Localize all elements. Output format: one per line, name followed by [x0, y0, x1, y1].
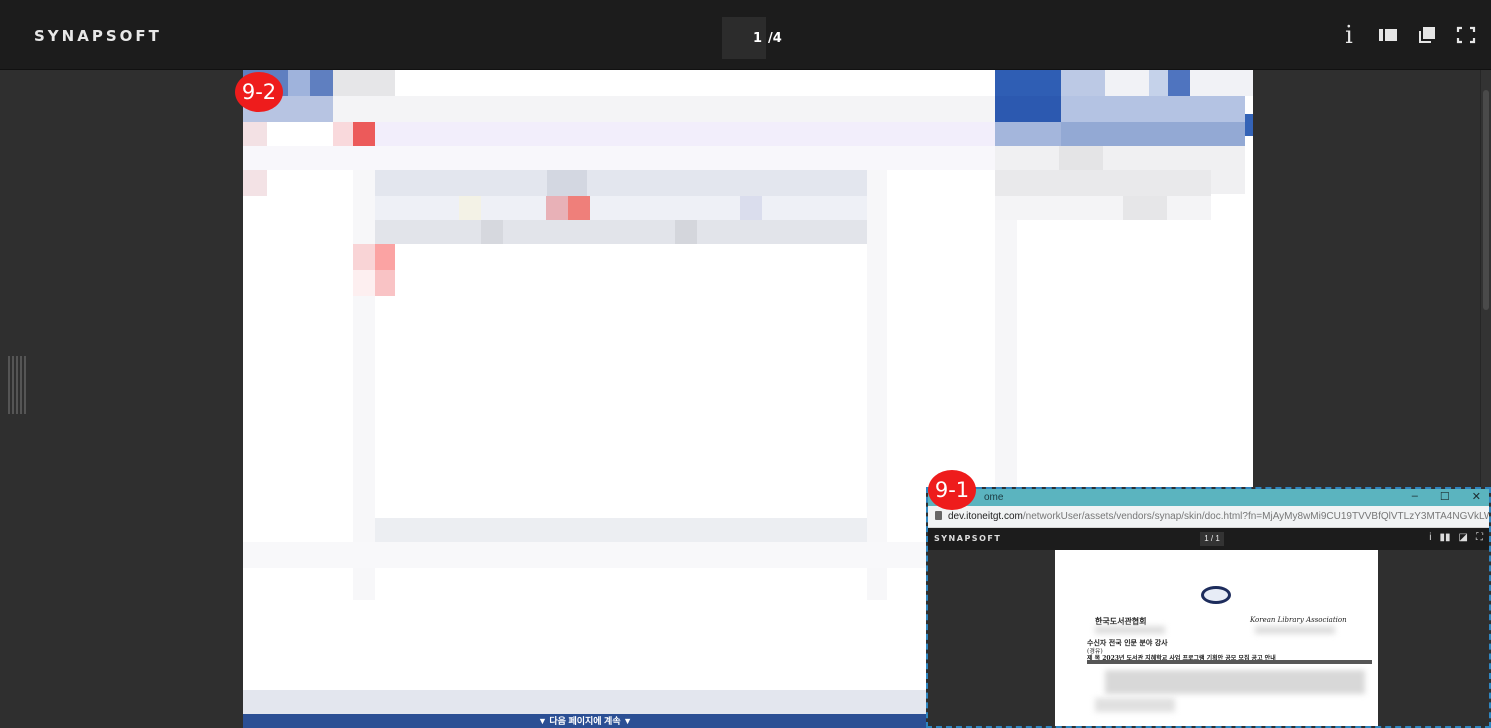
next-page-banner: ▼ 다음 페이지에 계속 ▼: [243, 714, 927, 728]
pixel-block: [375, 270, 395, 296]
pixel-block: [547, 170, 587, 196]
pixel-block: [1061, 70, 1105, 96]
inset-org-english: Korean Library Association: [1250, 616, 1347, 624]
inset-browser-screenshot: ome – ☐ ✕ dev.itoneitgt.com/networkUser/…: [926, 487, 1491, 728]
pixel-block: [243, 542, 995, 568]
pixel-block: [243, 96, 995, 122]
close-icon[interactable]: ✕: [1472, 490, 1481, 503]
blurred-body: [1105, 670, 1365, 694]
pixel-block: [288, 70, 310, 96]
inset-document-page: 한국도서관협회 Korean Library Association 수신자 전…: [1055, 550, 1378, 726]
pixel-block: [568, 196, 590, 220]
scrollbar-thumb[interactable]: [1483, 90, 1489, 310]
annotation-badge-9-1: 9-1: [928, 470, 976, 510]
pixel-block: [375, 170, 867, 196]
association-seal-icon: [1201, 586, 1231, 604]
pixel-block: [995, 70, 1061, 96]
pixel-block: [243, 122, 267, 146]
pixel-block: [375, 518, 867, 542]
copy-icon[interactable]: [1416, 24, 1438, 46]
pixel-block: [353, 170, 375, 600]
pixel-block: [375, 196, 867, 220]
inset-copy-icon: ◪: [1458, 532, 1468, 543]
page-number-input[interactable]: 1: [722, 17, 766, 59]
pixel-block: [353, 270, 375, 296]
pixel-block: [1245, 114, 1253, 136]
inset-toolbar-icons: i ▮▮ ◪ ⛶: [1429, 532, 1483, 543]
pixel-block: [1168, 70, 1190, 96]
inset-divider: [1087, 660, 1372, 664]
pixel-block: [675, 220, 697, 244]
inset-url-host: dev.itoneitgt.com: [948, 511, 1023, 522]
inset-viewer-toolbar: SYNAPSOFT 1 / 1 i ▮▮ ◪ ⛶: [928, 528, 1489, 550]
pixel-block: [375, 244, 395, 270]
pixel-block: [867, 170, 887, 600]
blurred-address: [1255, 626, 1335, 634]
inset-brand: SYNAPSOFT: [934, 534, 1002, 543]
pixel-block: [375, 220, 867, 244]
lock-icon: [935, 511, 942, 520]
inset-address-bar[interactable]: dev.itoneitgt.com/networkUser/assets/ven…: [928, 506, 1489, 528]
inset-window-titlebar: ome – ☐ ✕: [928, 489, 1489, 506]
pixel-block: [243, 170, 267, 196]
pixel-block: [333, 70, 395, 96]
toolbar-actions: i: [1338, 23, 1477, 47]
pixel-block: [267, 122, 333, 146]
viewer-toolbar: SYNAPSOFT 1 /4 i: [0, 0, 1491, 70]
pixel-block: [243, 690, 927, 714]
sidebar-view-icon[interactable]: [1377, 24, 1399, 46]
pixel-block: [333, 122, 355, 146]
pixel-block: [243, 146, 995, 170]
inset-url-path: /networkUser/assets/vendors/synap/skin/d…: [1022, 511, 1491, 522]
blurred-address: [1095, 626, 1165, 634]
pixel-block: [353, 244, 375, 270]
inset-window-controls: – ☐ ✕: [1412, 490, 1481, 503]
inset-window-title: ome: [984, 492, 1004, 503]
inset-page-indicator: 1 / 1: [1200, 532, 1224, 546]
minimize-icon[interactable]: –: [1412, 490, 1418, 503]
pixel-block: [995, 96, 1061, 122]
maximize-icon[interactable]: ☐: [1440, 490, 1450, 503]
inset-info-icon: i: [1429, 532, 1432, 543]
pixel-block: [1059, 146, 1103, 170]
brand-logo: SYNAPSOFT: [34, 27, 162, 45]
pixel-block: [995, 196, 1211, 220]
page-total: /4: [768, 30, 782, 46]
pixel-block: [459, 196, 481, 220]
pixel-block: [995, 170, 1211, 196]
pixel-block: [740, 196, 762, 220]
pixel-block: [546, 196, 568, 220]
pixel-block: [353, 122, 375, 146]
page-indicator: 1 /4: [722, 17, 782, 59]
pixel-block: [481, 220, 503, 244]
blurred-body: [1095, 698, 1175, 712]
pixel-block: [995, 122, 1061, 146]
inset-url: dev.itoneitgt.com/networkUser/assets/ven…: [948, 511, 1491, 522]
sidebar-toggle-handle[interactable]: [8, 356, 30, 414]
pixel-block: [1123, 196, 1167, 220]
info-icon[interactable]: i: [1338, 23, 1360, 47]
inset-sidebar-view-icon: ▮▮: [1439, 532, 1451, 543]
inset-fullscreen-icon: ⛶: [1476, 532, 1483, 543]
annotation-badge-9-2: 9-2: [235, 72, 283, 112]
fullscreen-icon[interactable]: [1455, 24, 1477, 46]
